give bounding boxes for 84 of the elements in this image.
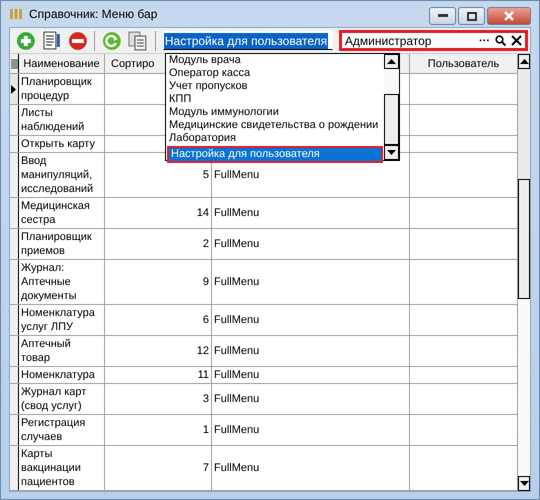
- add-icon[interactable]: [16, 30, 36, 50]
- table-cell: Ввод манипуляций, исследований: [21, 155, 94, 195]
- minimize-icon: [438, 14, 448, 18]
- dropdown-item[interactable]: Учет пропусков: [167, 80, 384, 93]
- row-selector[interactable]: [10, 446, 19, 490]
- row-selector[interactable]: [10, 367, 19, 383]
- table-cell: Открыть карту: [21, 138, 95, 150]
- copy-documents-icon[interactable]: [128, 30, 148, 50]
- row-selector[interactable]: [10, 105, 19, 135]
- table-cell: 7: [202, 461, 209, 475]
- close-icon: [503, 11, 515, 21]
- row-selector[interactable]: [10, 198, 19, 228]
- table-cell: FullMenu: [214, 313, 260, 327]
- minimize-button[interactable]: [429, 7, 456, 25]
- scroll-thumb[interactable]: [384, 94, 399, 145]
- close-button[interactable]: [487, 7, 531, 25]
- dropdown-item[interactable]: Модуль врача: [167, 54, 384, 67]
- scroll-down-icon[interactable]: [387, 150, 396, 155]
- dropdown-item[interactable]: Медицинские свидетельства о рождении: [167, 119, 384, 132]
- table-cell: Номенклатура: [21, 369, 95, 381]
- table-cell: 2: [202, 237, 209, 251]
- table-cell: Планировщик процедур: [21, 76, 92, 102]
- lookup-field[interactable]: Администратор ···: [338, 30, 528, 51]
- table-cell: FullMenu: [214, 275, 260, 289]
- table-cell: 11: [198, 368, 209, 382]
- table-cell: Номенклатура услуг ЛПУ: [21, 307, 95, 333]
- table-cell: Журнал: Аптечные документы: [21, 262, 77, 302]
- table-cell: FullMenu: [214, 206, 260, 220]
- table-cell: FullMenu: [214, 168, 260, 182]
- table-cell: Регистрация случаев: [21, 417, 86, 443]
- scrollbar[interactable]: [384, 54, 399, 160]
- scroll-up-icon[interactable]: [520, 59, 528, 64]
- window-title: Справочник: Меню бар: [29, 7, 158, 21]
- table-cell: 5: [202, 168, 209, 182]
- table-cell: FullMenu: [214, 368, 260, 382]
- clear-icon[interactable]: [511, 35, 522, 46]
- table-cell: Медицинская сестра: [21, 200, 90, 226]
- row-selector[interactable]: [10, 336, 19, 366]
- table-cell: Карты вакцинации пациентов: [21, 448, 81, 488]
- table-cell: 12: [196, 344, 209, 358]
- table-cell: Листы наблюдений: [21, 107, 84, 133]
- table-cell: FullMenu: [214, 461, 260, 475]
- table-cell: Планировщик приемов: [21, 231, 92, 257]
- ellipsis-button[interactable]: ···: [479, 34, 490, 46]
- scroll-thumb[interactable]: [518, 179, 530, 299]
- scroll-down-icon[interactable]: [520, 481, 528, 486]
- table-cell: 6: [202, 313, 209, 327]
- row-selector[interactable]: [10, 384, 19, 414]
- dropdown-item[interactable]: Настройка для пользователя: [167, 146, 383, 163]
- dropdown-item[interactable]: КПП: [167, 93, 384, 106]
- table-cell: FullMenu: [214, 392, 260, 406]
- edit-document-icon[interactable]: [42, 30, 62, 50]
- row-selector[interactable]: [10, 305, 19, 335]
- table-cell: 1: [202, 423, 209, 437]
- row-selector[interactable]: [10, 136, 19, 152]
- current-row-icon: [11, 84, 17, 94]
- column-header[interactable]: Наименование: [19, 54, 105, 73]
- dropdown-item[interactable]: Лаборатория: [167, 132, 384, 145]
- table-cell: 3: [202, 392, 209, 406]
- column-chooser-icon[interactable]: [10, 58, 18, 68]
- scrollbar[interactable]: [517, 54, 530, 491]
- maximize-icon: [466, 12, 476, 20]
- column-header[interactable]: Сортиро: [111, 56, 154, 70]
- delete-icon[interactable]: [68, 30, 88, 50]
- search-icon[interactable]: [495, 35, 506, 46]
- table-cell: Журнал карт (свод услуг): [21, 386, 86, 412]
- row-selector[interactable]: [10, 260, 19, 304]
- row-selector[interactable]: [10, 229, 19, 259]
- table-cell: 9: [202, 275, 209, 289]
- combo-box[interactable]: Настройка для пользователя: [162, 31, 333, 50]
- table-cell: Аптечный товар: [21, 338, 71, 364]
- scroll-up-icon[interactable]: [387, 59, 396, 64]
- maximize-button[interactable]: [458, 7, 485, 25]
- table-cell: FullMenu: [214, 237, 260, 251]
- column-header[interactable]: Пользователь: [410, 54, 517, 73]
- dropdown-item[interactable]: Модуль иммунологии: [167, 106, 384, 119]
- row-selector[interactable]: [10, 415, 19, 445]
- app-icon: [9, 8, 23, 20]
- table-cell: 14: [196, 206, 209, 220]
- dropdown-item[interactable]: Оператор касса: [167, 67, 384, 80]
- table-cell: FullMenu: [214, 344, 260, 358]
- row-selector[interactable]: [10, 153, 19, 197]
- row-selector[interactable]: [10, 74, 19, 104]
- table-cell: FullMenu: [214, 423, 260, 437]
